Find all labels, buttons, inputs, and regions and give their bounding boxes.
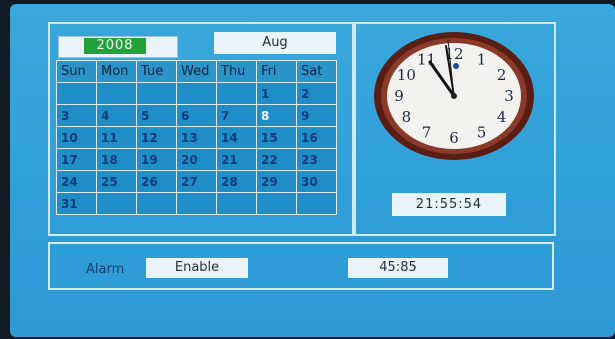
calendar-day[interactable]: 4 xyxy=(97,105,137,127)
calendar-day[interactable]: 24 xyxy=(57,171,97,193)
month-selector[interactable]: Aug xyxy=(214,32,336,54)
clock-numeral: 9 xyxy=(394,87,404,105)
calendar-day[interactable]: 7 xyxy=(217,105,257,127)
calendar-day[interactable]: 2 xyxy=(297,83,337,105)
clock-face-icon: 12 1234567891011 xyxy=(374,32,534,160)
calendar-day[interactable]: 9 xyxy=(297,105,337,127)
analog-clock: 12 1 2 3 4 5 6 7 8 9 10 11 xyxy=(370,28,538,164)
calendar-day[interactable]: 26 xyxy=(137,171,177,193)
calendar-empty-cell xyxy=(217,193,257,215)
calendar-day[interactable]: 27 xyxy=(177,171,217,193)
weekday-header: Sat xyxy=(297,61,337,83)
clock-numeral: 6 xyxy=(449,129,459,147)
clock-numeral: 5 xyxy=(477,123,487,141)
calendar-day[interactable]: 11 xyxy=(97,127,137,149)
clock-numeral: 7 xyxy=(422,123,432,141)
calendar-day[interactable]: 21 xyxy=(217,149,257,171)
calendar-grid: Sun Mon Tue Wed Thu Fri Sat 1 2 3 4 5 6 7 8 9 10 11 12 13 14… xyxy=(56,60,337,215)
calendar-empty-cell xyxy=(257,193,297,215)
calendar-day[interactable]: 15 xyxy=(257,127,297,149)
calendar-empty-cell xyxy=(137,193,177,215)
clock-numeral: 2 xyxy=(497,66,507,84)
calendar-day[interactable]: 10 xyxy=(57,127,97,149)
calendar-empty-cell xyxy=(217,83,257,105)
calendar-day[interactable]: 12 xyxy=(137,127,177,149)
calendar-day[interactable]: 18 xyxy=(97,149,137,171)
calendar-empty-cell xyxy=(297,193,337,215)
weekday-header: Thu xyxy=(217,61,257,83)
digital-time-display: 21:55:54 xyxy=(392,193,506,216)
clock-numeral: 10 xyxy=(397,66,416,84)
calendar-day[interactable]: 3 xyxy=(57,105,97,127)
calendar-day[interactable]: 17 xyxy=(57,149,97,171)
weekday-header: Wed xyxy=(177,61,217,83)
calendar-empty-cell xyxy=(177,83,217,105)
weekday-header: Sun xyxy=(57,61,97,83)
calendar-day[interactable]: 14 xyxy=(217,127,257,149)
weekday-header: Fri xyxy=(257,61,297,83)
alarm-label: Alarm xyxy=(86,262,125,277)
calendar-day[interactable]: 8 xyxy=(257,105,297,127)
calendar-day[interactable]: 16 xyxy=(297,127,337,149)
clock-numeral: 1 xyxy=(477,51,487,69)
clock-numeral: 8 xyxy=(402,108,412,126)
calendar-day[interactable]: 19 xyxy=(137,149,177,171)
year-value[interactable]: 2008 xyxy=(84,38,146,54)
calendar-empty-cell xyxy=(97,83,137,105)
calendar-empty-cell xyxy=(57,83,97,105)
clock-numeral: 4 xyxy=(497,108,507,126)
weekday-header: Mon xyxy=(97,61,137,83)
calendar-day[interactable]: 20 xyxy=(177,149,217,171)
calendar-day[interactable]: 22 xyxy=(257,149,297,171)
alarm-status-field[interactable]: Enable xyxy=(146,258,248,278)
calendar-day[interactable]: 13 xyxy=(177,127,217,149)
calendar-empty-cell xyxy=(137,83,177,105)
weekday-header: Tue xyxy=(137,61,177,83)
calendar-day[interactable]: 6 xyxy=(177,105,217,127)
calendar-day[interactable]: 1 xyxy=(257,83,297,105)
calendar-day[interactable]: 23 xyxy=(297,149,337,171)
calendar-day[interactable]: 31 xyxy=(57,193,97,215)
calendar-day[interactable]: 25 xyxy=(97,171,137,193)
calendar-empty-cell xyxy=(177,193,217,215)
calendar-day[interactable]: 5 xyxy=(137,105,177,127)
calendar-day[interactable]: 28 xyxy=(217,171,257,193)
calendar-empty-cell xyxy=(97,193,137,215)
alarm-time-field[interactable]: 45:85 xyxy=(348,258,448,278)
calendar-day[interactable]: 30 xyxy=(297,171,337,193)
calendar-day[interactable]: 29 xyxy=(257,171,297,193)
clock-numeral: 3 xyxy=(504,87,514,105)
